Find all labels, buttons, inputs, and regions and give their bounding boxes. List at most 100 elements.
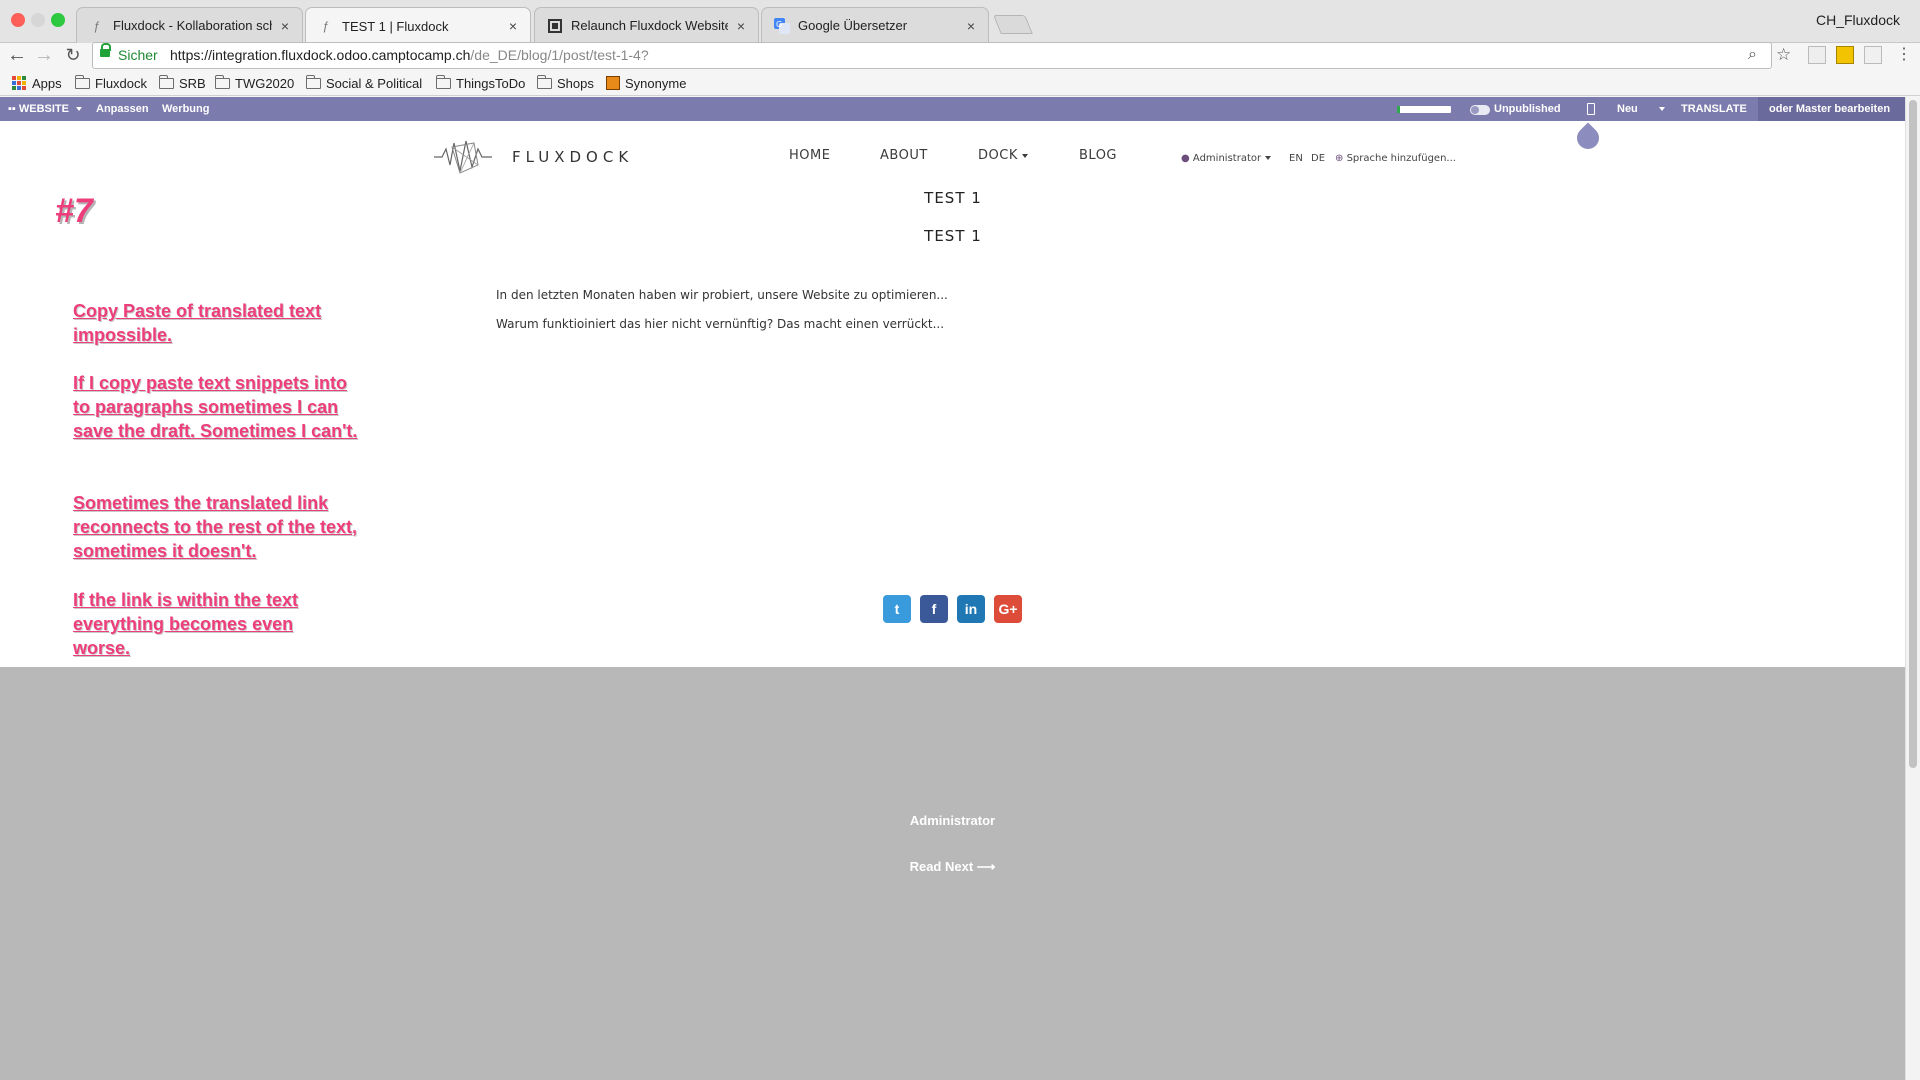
progress-fill: [1397, 106, 1400, 113]
fluxdock-favicon-icon: ƒ: [322, 19, 330, 33]
scrollbar-thumb[interactable]: [1909, 100, 1917, 768]
browser-tab-4[interactable]: G Google Übersetzer ×: [761, 7, 989, 43]
maximize-window-button[interactable]: [51, 13, 65, 27]
bookmark-label: ThingsToDo: [456, 75, 526, 91]
lock-icon: [100, 43, 111, 57]
close-tab-icon[interactable]: ×: [506, 18, 520, 34]
author-name[interactable]: Administrator: [0, 813, 1905, 828]
annotation-note: Copy Paste of translated text impossible…: [73, 301, 322, 345]
bookmark-label: Shops: [557, 75, 594, 91]
bookmark-apps[interactable]: Apps: [12, 74, 62, 92]
close-tab-icon[interactable]: ×: [734, 18, 748, 34]
edit-master-label: oder Master bearbeiten: [1769, 103, 1891, 115]
website-menu-label: WEBSITE: [18, 103, 69, 115]
promote-menu[interactable]: Werbung: [162, 97, 209, 121]
minimize-window-button[interactable]: [31, 13, 45, 27]
annotation-note: If I copy paste text snippets into to pa…: [73, 373, 358, 441]
fluxdock-favicon-icon: ƒ: [93, 18, 101, 33]
browser-tab-3[interactable]: Relaunch Fluxdock Website | T ×: [534, 7, 759, 43]
menu-kebab-icon[interactable]: ⋮: [1896, 44, 1912, 64]
bookmark-label: Apps: [32, 75, 62, 91]
customize-menu[interactable]: Anpassen: [96, 97, 149, 121]
tab-title: Relaunch Fluxdock Website | T: [571, 18, 728, 33]
fluxdock-logo-icon[interactable]: [432, 135, 494, 177]
post-paragraph[interactable]: In den letzten Monaten haben wir probier…: [496, 288, 948, 302]
googleplus-share-button[interactable]: G+: [994, 595, 1022, 623]
read-next-link[interactable]: Read Next ⟶: [0, 859, 1905, 875]
close-tab-icon[interactable]: ×: [964, 18, 978, 34]
website-menu[interactable]: ▪▪ WEBSITE: [8, 97, 83, 121]
chevron-down-icon: [1265, 156, 1272, 160]
arrow-right-icon: ⟶: [976, 859, 996, 874]
back-arrow-icon[interactable]: ←: [5, 43, 29, 67]
chevron-down-icon: [1021, 153, 1028, 158]
user-menu[interactable]: ● Administrator: [1181, 153, 1272, 164]
nav-about[interactable]: ABOUT: [880, 148, 928, 163]
new-dropdown-caret[interactable]: [1655, 97, 1665, 121]
nav-dock[interactable]: DOCK: [978, 148, 1028, 163]
close-window-button[interactable]: [11, 13, 25, 27]
bookmark-social-political[interactable]: Social & Political: [306, 74, 422, 92]
bookmark-fluxdock[interactable]: Fluxdock: [75, 74, 147, 92]
translate-button[interactable]: TRANSLATE: [1681, 97, 1747, 121]
browser-tab-1[interactable]: ƒ Fluxdock - Kollaboration schaf ×: [76, 7, 303, 43]
tab-title: Fluxdock - Kollaboration schaf: [113, 18, 272, 33]
folder-icon: [306, 74, 321, 89]
bookmark-label: SRB: [179, 75, 206, 91]
tab-title: Google Übersetzer: [798, 18, 908, 33]
extension-icon[interactable]: [1808, 46, 1826, 64]
bookmark-label: Synonyme: [625, 75, 687, 91]
extension-icon[interactable]: [1836, 46, 1854, 64]
chevron-down-icon: [1659, 107, 1665, 112]
lang-en[interactable]: EN: [1289, 153, 1303, 164]
mobile-preview-icon[interactable]: [1587, 103, 1595, 115]
reload-icon[interactable]: ↻: [61, 43, 85, 67]
read-next-label: Read Next: [909, 859, 974, 874]
bookmark-label: Fluxdock: [95, 75, 148, 91]
bookmark-star-icon[interactable]: ☆: [1776, 45, 1791, 65]
grid-icon: ▪▪: [8, 103, 19, 115]
bookmark-label: TWG2020: [235, 75, 295, 91]
browser-tab-2[interactable]: ƒ TEST 1 | Fluxdock ×: [305, 7, 531, 44]
apps-grid-icon: [12, 76, 26, 90]
unpublished-label: Unpublished: [1494, 103, 1561, 115]
publish-toggle[interactable]: [1470, 105, 1490, 115]
bookmark-twg2020[interactable]: TWG2020: [215, 74, 294, 92]
chevron-down-icon: [76, 107, 83, 112]
lang-de[interactable]: DE: [1311, 153, 1325, 164]
nav-blog[interactable]: BLOG: [1079, 148, 1117, 163]
url-path: /de_DE/blog/1/post/test-1-4?: [470, 47, 649, 63]
browser-profile-name[interactable]: CH_Fluxdock: [1816, 12, 1900, 28]
facebook-icon: f: [931, 601, 937, 617]
twitter-share-button[interactable]: t: [883, 595, 911, 623]
forward-arrow-icon[interactable]: →: [32, 43, 56, 67]
zoom-icon[interactable]: ⌕: [1748, 46, 1757, 64]
synonyme-icon: [606, 76, 620, 90]
bookmark-srb[interactable]: SRB: [159, 74, 206, 92]
bookmark-shops[interactable]: Shops: [537, 74, 594, 92]
extension-icon[interactable]: [1864, 46, 1882, 64]
folder-icon: [215, 74, 230, 89]
annotation-marker: #7: [55, 192, 93, 230]
url-text[interactable]: https://integration.fluxdock.odoo.campto…: [170, 47, 649, 63]
post-title[interactable]: TEST 1: [803, 189, 1103, 207]
folder-icon: [537, 74, 552, 89]
bookmark-thingstodo[interactable]: ThingsToDo: [436, 74, 525, 92]
url-host: https://integration.fluxdock.odoo.campto…: [170, 47, 471, 63]
svg-text:G: G: [776, 20, 782, 29]
new-content-menu[interactable]: Neu: [1617, 97, 1638, 121]
folder-icon: [75, 74, 90, 89]
user-name: Administrator: [1192, 153, 1262, 164]
facebook-share-button[interactable]: f: [920, 595, 948, 623]
post-paragraph[interactable]: Warum funktioiniert das hier nicht vernü…: [496, 317, 944, 331]
linkedin-share-button[interactable]: in: [957, 595, 985, 623]
add-language-link[interactable]: ⊕ Sprache hinzufügen...: [1335, 153, 1456, 164]
seo-progress-bar: [1397, 106, 1451, 113]
nav-home[interactable]: HOME: [789, 148, 830, 163]
plus-circle-icon: ⊕: [1335, 153, 1344, 164]
close-tab-icon[interactable]: ×: [278, 18, 292, 34]
bookmark-synonyme[interactable]: Synonyme: [606, 74, 686, 92]
site-brand[interactable]: FLUXDOCK: [512, 148, 633, 166]
folder-icon: [436, 74, 451, 89]
post-subtitle[interactable]: TEST 1: [803, 227, 1103, 245]
